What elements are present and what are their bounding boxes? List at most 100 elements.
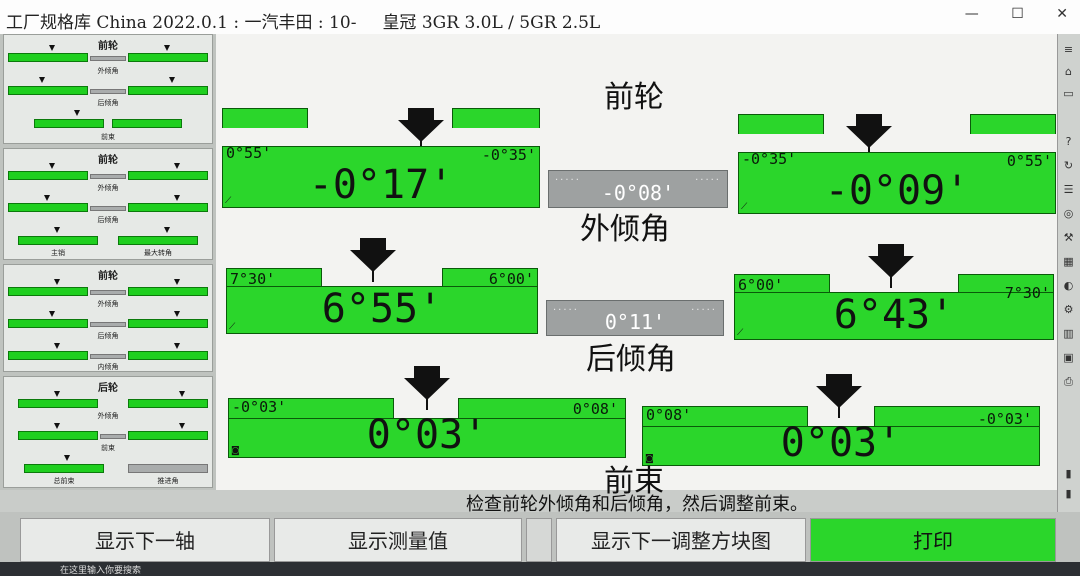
wheel-icon[interactable]: ◎ — [1061, 206, 1076, 221]
pointer-icon — [868, 244, 914, 288]
pointer-icon — [54, 227, 60, 233]
pointer-icon — [164, 227, 170, 233]
close-button[interactable]: ✕ — [1056, 6, 1068, 22]
next-block-diagram-button[interactable]: 显示下一调整方块图 — [556, 518, 806, 562]
status-icon: ▮ — [1065, 467, 1072, 480]
wrench-icon[interactable]: ⟋ — [229, 322, 238, 332]
thumb-title: 前轮 — [98, 41, 118, 52]
pointer-icon — [54, 343, 60, 349]
mini-gauge — [8, 53, 88, 62]
thumb-label: 后倾角 — [97, 216, 119, 224]
mini-gauge — [18, 431, 98, 440]
pointer-icon — [350, 238, 396, 282]
minimize-button[interactable]: — — [965, 6, 979, 22]
thumb-label: 外倾角 — [97, 184, 119, 192]
thumb-label: 内倾角 — [97, 363, 119, 371]
mini-diff — [90, 290, 126, 295]
right-toolbar: ≡ ⌂ ▭ ? ↻ ☰ ◎ ⚒ ▦ ◐ ⚙ ▥ ▣ ⎙ ▮ ▮ — [1057, 34, 1080, 512]
mini-diff — [100, 434, 126, 439]
help-icon[interactable]: ? — [1061, 134, 1076, 149]
pointer-icon — [54, 279, 60, 285]
car-icon[interactable]: ▭ — [1061, 86, 1076, 101]
refresh-icon[interactable]: ↻ — [1061, 158, 1076, 173]
caster-diff-value: 0°11' — [604, 310, 666, 334]
camber-value: -0°09' — [824, 168, 970, 214]
print-icon[interactable]: ⎙ — [1061, 374, 1076, 389]
show-measurement-button[interactable]: 显示测量值 — [274, 518, 522, 562]
print-button[interactable]: 打印 — [810, 518, 1056, 562]
wrench-icon[interactable]: ⟋ — [737, 328, 746, 338]
pointer-icon — [174, 163, 180, 169]
thumb-label: 后倾角 — [97, 332, 119, 340]
wrench-icon[interactable]: ⟋ — [225, 196, 234, 206]
sidebar-thumb-front-2[interactable]: 前轮 外倾角 后倾角 主销 最大转角 — [3, 148, 213, 260]
status-icon: ▮ — [1065, 487, 1072, 500]
vehicle-title: 皇冠 3GR 3.0L / 5GR 2.5L — [382, 13, 601, 33]
mini-gauge — [8, 287, 88, 296]
camber-label: 外倾角 — [580, 212, 670, 247]
toe-value: 0°03' — [780, 420, 902, 466]
menu-icon[interactable]: ≡ — [1061, 42, 1076, 57]
mini-gauge — [24, 464, 104, 473]
min-limit: 0°55' — [226, 144, 272, 162]
mini-gauge — [128, 287, 208, 296]
chart-icon[interactable]: ▦ — [1061, 254, 1076, 269]
mini-gauge — [118, 236, 198, 245]
title-bar: 工厂规格库 China 2022.0.1 : 一汽丰田 : 10- 皇冠 3GR … — [0, 0, 1080, 35]
mini-gauge — [128, 399, 208, 408]
ruler-icon[interactable]: ▥ — [1061, 326, 1076, 341]
camera-icon[interactable]: ▣ — [1061, 350, 1076, 365]
thumb-label: 主销 — [51, 249, 65, 257]
wrench-icon[interactable]: ⚒ — [1061, 230, 1076, 245]
panel-title: 前轮 — [604, 80, 664, 115]
right-caster-gauge: 6°00' 7°30' 6°43' ⟋ — [734, 244, 1054, 340]
gauge-icon[interactable]: ◐ — [1061, 278, 1076, 293]
sidebar-thumb-rear[interactable]: 后轮 外倾角 前束 总前束 推进角 — [3, 376, 213, 488]
window-controls: — ☐ ✕ — [937, 6, 1068, 22]
thumb-label: 前束 — [101, 444, 115, 452]
pointer-icon — [174, 279, 180, 285]
gauge-step — [222, 108, 308, 128]
mini-gauge — [128, 319, 208, 328]
pointer-icon — [174, 311, 180, 317]
alignment-panel: 前轮 0°55' -0°35' -0°17' ⟋ ····· ····· -0°… — [216, 34, 1058, 499]
toe-value: 0°03' — [366, 412, 488, 458]
wrench-icon[interactable]: ⟋ — [741, 202, 750, 212]
mini-diff — [90, 322, 126, 327]
home-icon[interactable]: ⌂ — [1061, 64, 1076, 79]
mini-diff — [90, 174, 126, 179]
mini-gauge — [128, 171, 208, 180]
thumb-label: 外倾角 — [97, 412, 119, 420]
mini-gauge — [112, 119, 182, 128]
thumb-label: 最大转角 — [144, 249, 172, 257]
sidebar-thumb-front-3[interactable]: 前轮 外倾角 后倾角 内倾角 — [3, 264, 213, 372]
mini-diff — [90, 56, 126, 61]
next-axle-button[interactable]: 显示下一轴 — [20, 518, 270, 562]
os-taskbar: 在这里输入你要搜索 — [0, 562, 1080, 576]
thumb-label: 推进角 — [157, 477, 179, 485]
pointer-icon — [49, 163, 55, 169]
taskbar-search[interactable]: 在这里输入你要搜索 — [60, 563, 141, 576]
settings-icon[interactable]: ⚙ — [1061, 302, 1076, 317]
pointer-icon — [179, 423, 185, 429]
mini-gauge — [128, 203, 208, 212]
right-camber-gauge: -0°35' 0°55' -0°09' ⟋ — [738, 114, 1056, 214]
target-icon[interactable]: ◙ — [231, 446, 240, 456]
mini-gauge — [128, 86, 208, 95]
spec-library-title: 工厂规格库 China 2022.0.1 : 一汽丰田 : 10- — [6, 13, 357, 33]
list-icon[interactable]: ☰ — [1061, 182, 1076, 197]
sidebar-thumb-front-1[interactable]: 前轮 外倾角 后倾角 前束 — [3, 34, 213, 144]
caster-value: 6°55' — [321, 286, 443, 332]
camber-value: -0°17' — [308, 162, 454, 208]
min-limit: -0°35' — [742, 150, 797, 168]
mini-gauge — [128, 351, 208, 360]
maximize-button[interactable]: ☐ — [1011, 6, 1024, 22]
caster-diff-gauge: ····· ····· 0°11' — [546, 300, 724, 336]
mini-gauge — [128, 431, 208, 440]
pointer-icon — [404, 366, 450, 410]
mini-diff — [90, 206, 126, 211]
mini-gauge — [18, 399, 98, 408]
thumb-title: 前轮 — [98, 155, 118, 166]
pointer-icon — [49, 311, 55, 317]
thumb-label: 总前束 — [53, 477, 75, 485]
